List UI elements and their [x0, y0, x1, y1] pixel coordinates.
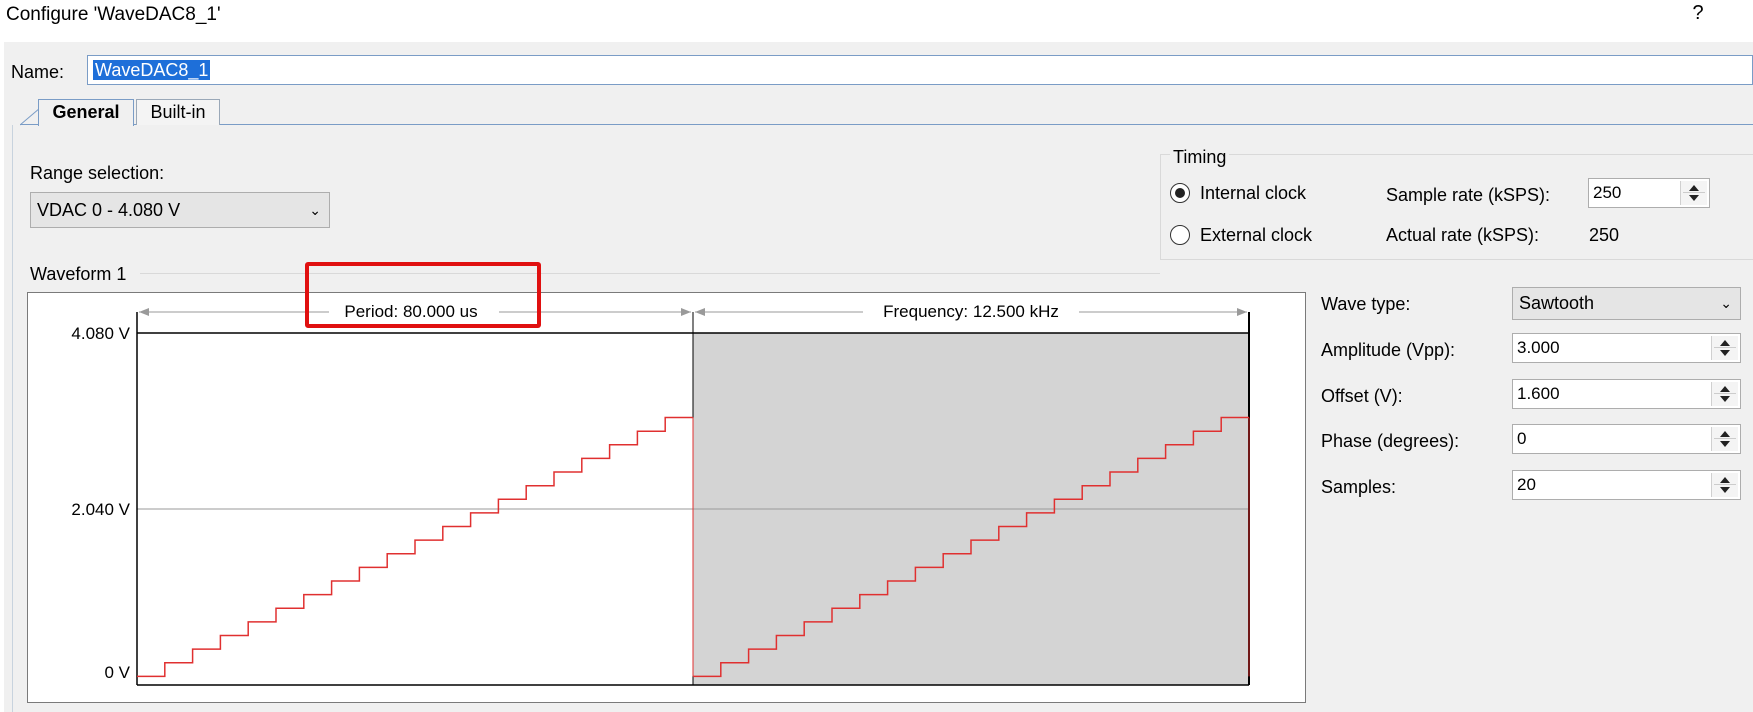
range-selection-label: Range selection: [30, 163, 165, 183]
tab-general[interactable]: General [38, 99, 134, 126]
name-value: WaveDAC8_1 [93, 60, 211, 80]
amplitude-spinbox[interactable]: 3.000 [1512, 333, 1741, 363]
samples-spinbox[interactable]: 20 [1512, 470, 1741, 500]
period-highlight-box [305, 262, 541, 328]
spin-arrows[interactable] [1711, 427, 1738, 451]
offset-spinbox[interactable]: 1.600 [1512, 379, 1741, 409]
samples-label: Samples: [1321, 477, 1397, 497]
spin-down-icon[interactable] [1720, 441, 1730, 447]
spin-up-icon[interactable] [1720, 431, 1730, 437]
waveform-group-line [140, 273, 1160, 274]
spin-down-icon[interactable] [1720, 487, 1730, 493]
internal-clock-radio[interactable] [1170, 183, 1190, 203]
spin-arrows[interactable] [1711, 336, 1738, 360]
name-input[interactable]: WaveDAC8_1 [87, 55, 1753, 85]
internal-clock-label[interactable]: Internal clock [1200, 183, 1306, 204]
spin-up-icon[interactable] [1689, 185, 1699, 191]
chevron-down-icon: ⌄ [1720, 295, 1732, 311]
waveform-chart: Period: 80.000 us Frequency: 12.500 kHz … [27, 292, 1306, 703]
y-tick-label: 0 V [104, 663, 130, 682]
name-label: Name: [11, 62, 65, 82]
samples-value: 20 [1517, 475, 1536, 494]
offset-label: Offset (V): [1321, 386, 1403, 406]
chevron-down-icon: ⌄ [309, 202, 321, 218]
range-selection-dropdown[interactable]: VDAC 0 - 4.080 V ⌄ [30, 192, 330, 228]
wave-type-dropdown[interactable]: Sawtooth ⌄ [1512, 287, 1741, 320]
spin-down-icon[interactable] [1720, 350, 1730, 356]
spin-up-icon[interactable] [1720, 340, 1730, 346]
phase-label: Phase (degrees): [1321, 431, 1460, 451]
phase-spinbox[interactable]: 0 [1512, 424, 1741, 454]
range-selection-value: VDAC 0 - 4.080 V [37, 200, 181, 220]
actual-rate-value: 250 [1589, 225, 1620, 245]
phase-value: 0 [1517, 429, 1527, 448]
external-clock-radio[interactable] [1170, 225, 1190, 245]
waveform-group-title: Waveform 1 [28, 264, 129, 285]
frequency-label: Frequency: 12.500 kHz [883, 302, 1059, 321]
wave-type-label: Wave type: [1321, 294, 1411, 314]
tab-built-in[interactable]: Built-in [136, 99, 220, 125]
help-button[interactable]: ? [1683, 2, 1713, 32]
spin-down-icon[interactable] [1689, 195, 1699, 201]
spin-down-icon[interactable] [1720, 396, 1730, 402]
spin-up-icon[interactable] [1720, 386, 1730, 392]
amplitude-value: 3.000 [1517, 338, 1560, 357]
sample-rate-spinbox[interactable]: 250 [1588, 178, 1710, 208]
offset-value: 1.600 [1517, 384, 1560, 403]
y-tick-label: 4.080 V [71, 324, 130, 343]
sample-rate-value: 250 [1593, 183, 1622, 202]
amplitude-label: Amplitude (Vpp): [1321, 340, 1456, 360]
sample-rate-label: Sample rate (kSPS): [1386, 185, 1551, 205]
external-clock-label[interactable]: External clock [1200, 225, 1312, 246]
y-tick-label: 2.040 V [71, 500, 130, 519]
spin-up-icon[interactable] [1720, 477, 1730, 483]
timing-group-title: Timing [1170, 147, 1230, 168]
spin-arrows[interactable] [1711, 473, 1738, 497]
spin-arrows[interactable] [1680, 181, 1707, 205]
spin-arrows[interactable] [1711, 382, 1738, 406]
actual-rate-label: Actual rate (kSPS): [1386, 225, 1540, 245]
wave-type-value: Sawtooth [1519, 293, 1595, 313]
title-bar [0, 0, 1753, 42]
window-title: Configure 'WaveDAC8_1' [6, 4, 221, 25]
